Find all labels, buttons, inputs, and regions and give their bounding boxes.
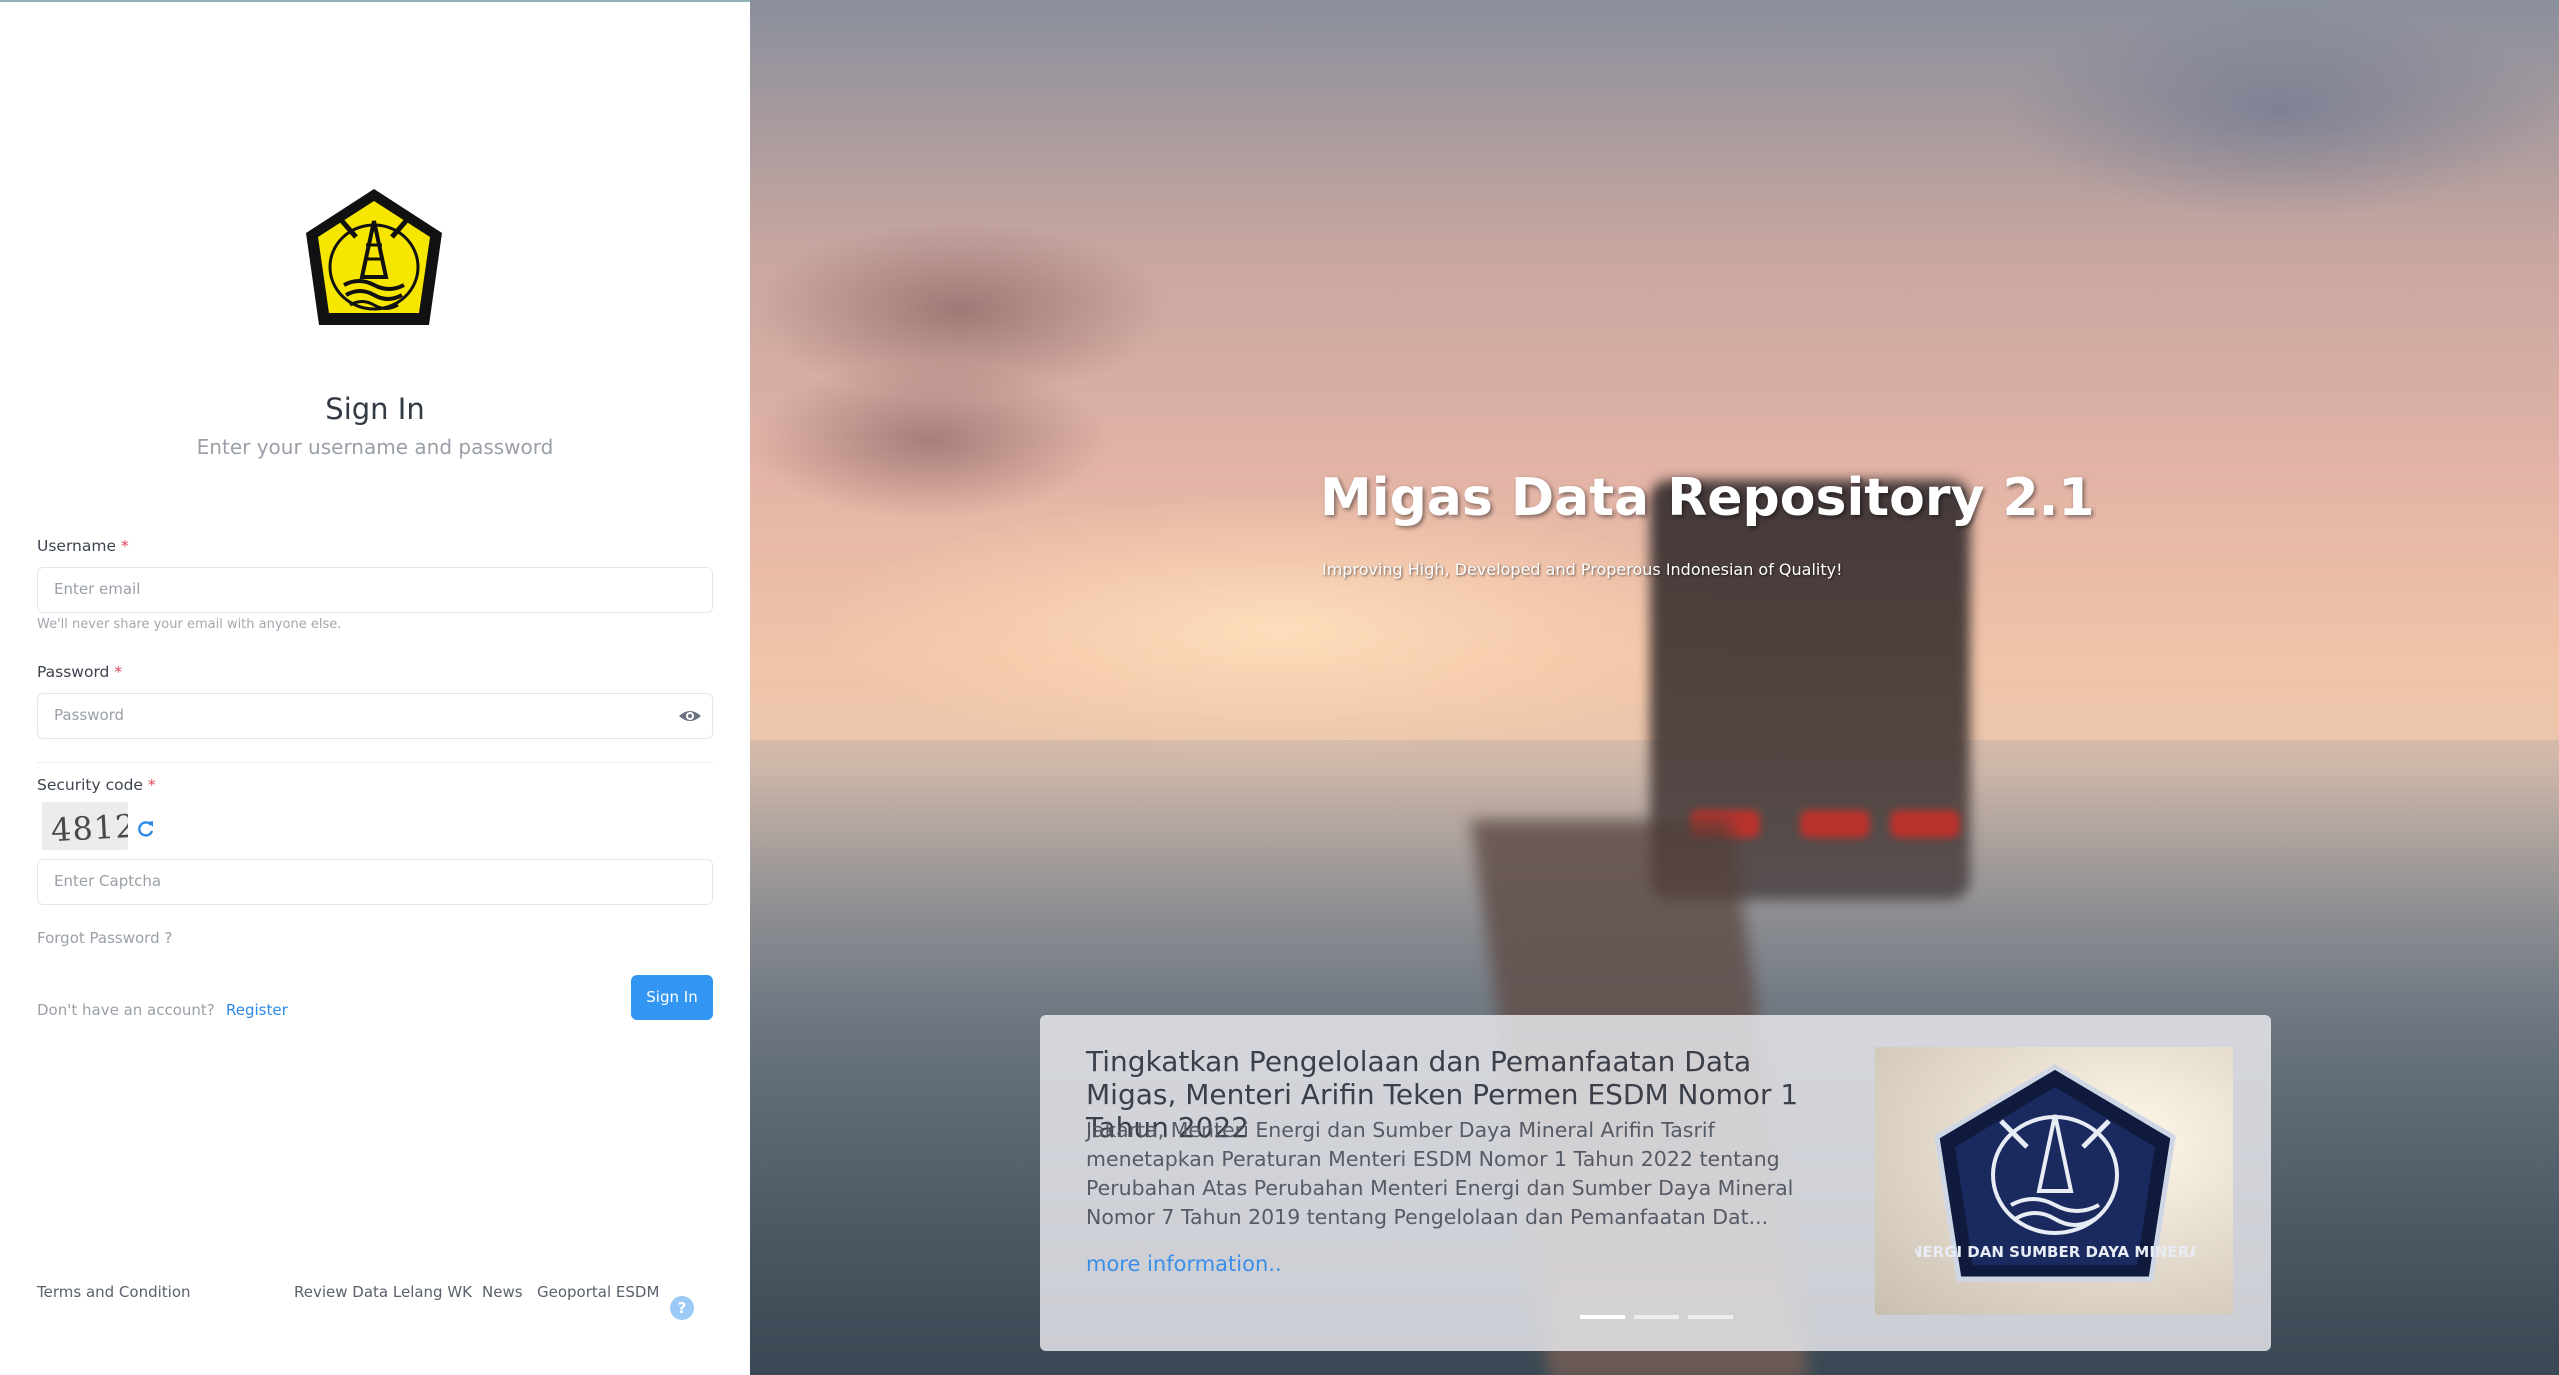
required-mark: * bbox=[147, 776, 156, 794]
password-placeholder: Password bbox=[54, 706, 125, 724]
news-carousel-card: Tingkatkan Pengelolaan dan Pemanfaatan D… bbox=[1040, 1015, 2271, 1351]
footer-link-news[interactable]: News bbox=[482, 1283, 523, 1301]
password-label: Password * bbox=[37, 663, 122, 681]
more-information-link[interactable]: more information.. bbox=[1086, 1252, 1282, 1276]
hero-title: Migas Data Repository 2.1 bbox=[1320, 468, 2095, 528]
footer-link-review-data[interactable]: Review Data Lelang WK bbox=[294, 1283, 472, 1301]
username-input[interactable]: Enter email bbox=[37, 567, 713, 613]
background-sun-glow bbox=[830, 500, 1730, 760]
no-account-text: Don't have an account? bbox=[37, 1001, 215, 1019]
refresh-captcha-icon[interactable] bbox=[136, 819, 156, 839]
divider bbox=[37, 762, 713, 763]
login-panel: Sign In Enter your username and password… bbox=[0, 0, 750, 1375]
terms-link[interactable]: Terms and Condition bbox=[37, 1283, 191, 1301]
captcha-value: 4812 bbox=[50, 806, 128, 850]
carousel-indicator-3[interactable] bbox=[1688, 1315, 1733, 1319]
news-image: ENERGI DAN SUMBER DAYA MINERAL bbox=[1875, 1047, 2233, 1315]
security-code-label-text: Security code bbox=[37, 776, 143, 794]
captcha-placeholder: Enter Captcha bbox=[54, 872, 162, 890]
footer-link-geoportal[interactable]: Geoportal ESDM bbox=[537, 1283, 659, 1301]
page-title: Sign In bbox=[325, 392, 425, 426]
news-excerpt: Jakarta, Menteri Energi dan Sumber Daya … bbox=[1086, 1118, 1794, 1229]
background-cloud bbox=[750, 360, 1110, 520]
required-mark: * bbox=[120, 537, 129, 555]
password-label-text: Password bbox=[37, 663, 110, 681]
username-help-text: We'll never share your email with anyone… bbox=[37, 617, 342, 632]
background-cloud bbox=[2000, 0, 2559, 220]
lifeboat bbox=[1890, 810, 1960, 838]
security-code-label: Security code * bbox=[37, 776, 156, 794]
captcha-input[interactable]: Enter Captcha bbox=[37, 859, 713, 905]
required-mark: * bbox=[114, 663, 123, 681]
captcha-image: 4812 bbox=[42, 802, 128, 850]
register-link[interactable]: Register bbox=[226, 1001, 288, 1019]
carousel-indicator-2[interactable] bbox=[1634, 1315, 1679, 1319]
help-icon[interactable]: ? bbox=[670, 1296, 694, 1320]
page-subtitle: Enter your username and password bbox=[196, 435, 554, 459]
sign-in-button[interactable]: Sign In bbox=[631, 975, 713, 1020]
username-placeholder: Enter email bbox=[54, 580, 141, 598]
username-label-text: Username bbox=[37, 537, 117, 555]
username-label: Username * bbox=[37, 537, 129, 555]
hero-background: Migas Data Repository 2.1 Improving High… bbox=[750, 0, 2559, 1375]
esdm-emblem-icon bbox=[294, 185, 454, 337]
forgot-password-link[interactable]: Forgot Password ? bbox=[37, 929, 172, 947]
news-image-emblem-text: ENERGI DAN SUMBER DAYA MINERAL bbox=[1915, 1243, 2195, 1261]
lifeboat bbox=[1800, 810, 1870, 838]
hero-subtitle: Improving High, Developed and Properous … bbox=[1322, 560, 1843, 579]
carousel-indicator-1[interactable] bbox=[1580, 1315, 1625, 1319]
show-password-eye-icon[interactable] bbox=[678, 706, 702, 726]
password-input[interactable]: Password bbox=[37, 693, 713, 739]
